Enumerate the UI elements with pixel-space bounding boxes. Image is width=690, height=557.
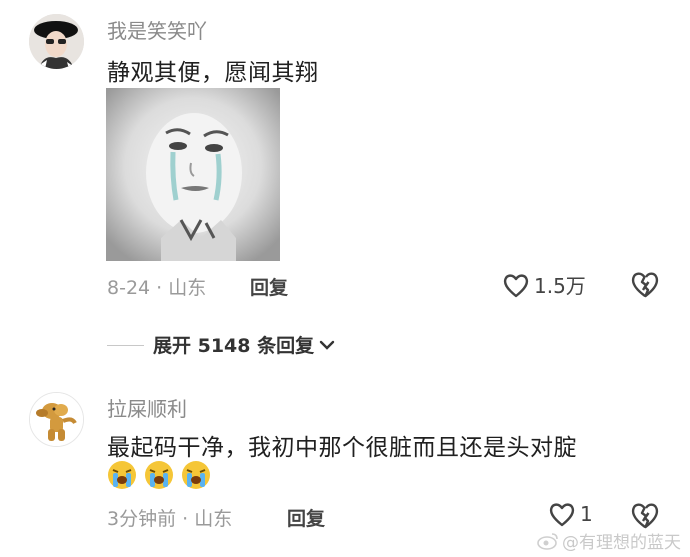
comment-meta: 8-24 · 山东 — [107, 277, 207, 299]
expand-replies-button[interactable]: 展开 5148 条回复 — [153, 331, 336, 358]
broken-heart-icon — [631, 503, 659, 529]
like-count: 1 — [580, 502, 593, 526]
broken-heart-icon — [631, 272, 659, 298]
comment-text: 最起码干净，我初中那个很脏而且还是头对腚 — [107, 435, 577, 461]
meme-sticker-image[interactable] — [106, 88, 280, 261]
watermark-text: @有理想的蓝天 — [562, 533, 681, 553]
loudly-crying-face-icon — [108, 461, 136, 489]
comment-username[interactable]: 我是笑笑吖 — [107, 15, 207, 44]
loudly-crying-face-icon — [145, 461, 173, 489]
user-avatar[interactable] — [29, 14, 84, 69]
like-count: 1.5万 — [534, 274, 586, 298]
reply-button[interactable]: 回复 — [287, 504, 325, 531]
like-button[interactable]: 1.5万 — [502, 270, 586, 299]
chevron-down-icon — [319, 340, 335, 350]
user-avatar[interactable] — [29, 392, 84, 447]
reply-button[interactable]: 回复 — [250, 273, 288, 300]
heart-outline-icon — [549, 503, 575, 527]
dislike-button[interactable] — [630, 270, 660, 302]
heart-outline-icon — [503, 273, 529, 297]
comment-username[interactable]: 拉屎顺利 — [107, 393, 187, 422]
loudly-crying-face-icon — [182, 461, 210, 489]
comment-text: 静观其便，愿闻其翔 — [107, 60, 319, 86]
expand-divider-line — [107, 345, 144, 346]
comment-meta: 3分钟前 · 山东 — [107, 508, 233, 530]
watermark: @有理想的蓝天 — [537, 528, 681, 553]
emoji-row — [107, 460, 211, 490]
expand-replies-label: 展开 5148 条回复 — [153, 335, 315, 357]
like-button[interactable]: 1 — [548, 501, 593, 527]
weibo-logo-icon — [537, 532, 558, 550]
